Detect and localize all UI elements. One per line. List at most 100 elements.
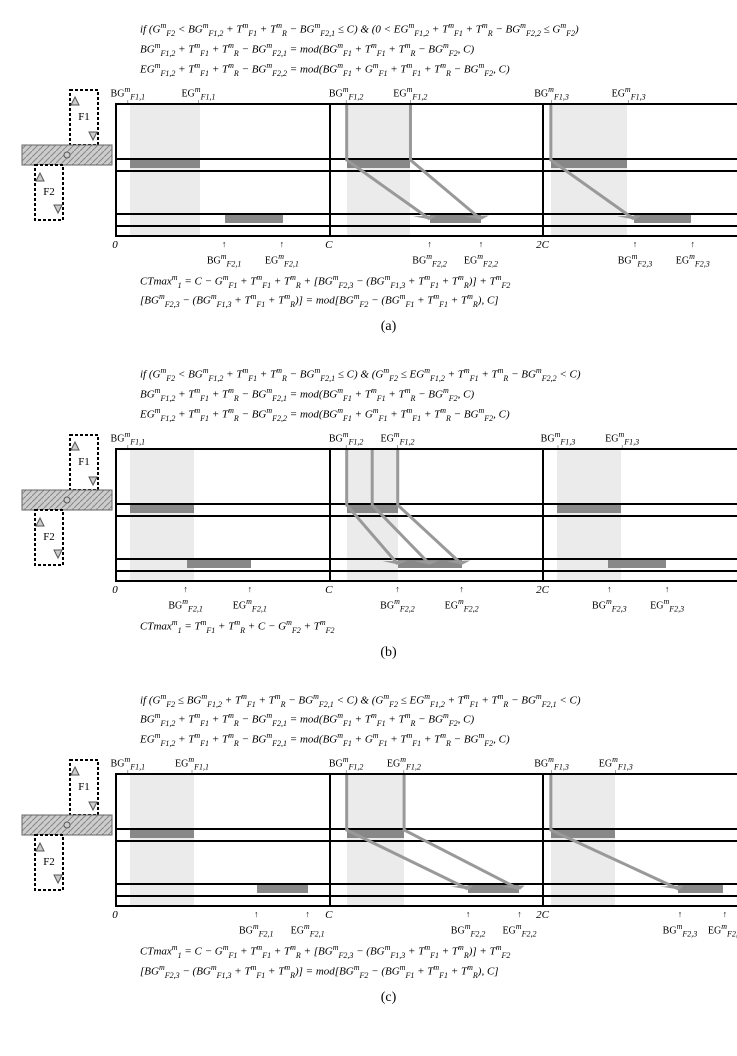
up-arrow-icon: ↑ bbox=[305, 909, 310, 919]
up-arrow-icon: ↑ bbox=[678, 909, 683, 919]
marker-label: EGmF2,3 bbox=[650, 597, 684, 613]
f2-green-seg bbox=[225, 215, 282, 223]
lane-f1-bot bbox=[117, 515, 737, 517]
marker-label: BGmF2,2 bbox=[380, 597, 415, 613]
intersection-diagram: F1 F2 bbox=[20, 430, 115, 570]
equation-line: if (GmF2 < BGmF1,2 + TmF1 + TmR − BGmF2,… bbox=[140, 20, 737, 40]
equation-line: [BGmF2,3 − (BGmF1,3 + TmF1 + TmR)] = mod… bbox=[140, 291, 737, 311]
marker-label: BGmF2,2 bbox=[451, 922, 486, 938]
marker-label: EGmF2,3 bbox=[708, 922, 737, 938]
lane-f2 bbox=[117, 215, 737, 223]
svg-text:F1: F1 bbox=[78, 111, 90, 123]
bottom-markers: 0↑BGmF2,1↑EGmF2,1C↑BGmF2,2↑EGmF2,22C↑BGm… bbox=[115, 237, 737, 272]
up-arrow-icon: ↑ bbox=[665, 584, 670, 594]
top-markers: BGmF1,1↓BGmF1,2↓EGmF1,2↓BGmF1,3↓EGmF1,3↓ bbox=[115, 430, 737, 448]
f1-green-seg bbox=[347, 505, 398, 513]
up-arrow-icon: ↑ bbox=[466, 909, 471, 919]
bottom-equations: CTmaxm1 = TmF1 + TmR + C − GmF2 + TmF2 bbox=[140, 617, 737, 637]
axis-label: C bbox=[325, 239, 332, 251]
axis-label: 2C bbox=[536, 239, 549, 251]
f2-green-seg bbox=[398, 560, 462, 568]
up-arrow-icon: ↑ bbox=[395, 584, 400, 594]
panel-label: (c) bbox=[20, 990, 737, 1006]
timeline: F1F2 bbox=[115, 103, 737, 237]
f1-green-seg bbox=[130, 160, 200, 168]
intersection-schematic: F1 F2 bbox=[20, 430, 115, 573]
lane-f2-bot bbox=[117, 570, 737, 572]
svg-text:F1: F1 bbox=[78, 456, 90, 468]
marker-label: BGmF2,1 bbox=[239, 922, 274, 938]
f2-green-seg bbox=[608, 560, 665, 568]
equation-line: EGmF1,2 + TmF1 + TmR − BGmF2,1 = mod(BGm… bbox=[140, 730, 737, 750]
marker-label: EGmF2,2 bbox=[464, 252, 498, 268]
timeline: F1F2 bbox=[115, 773, 737, 907]
panel-label: (a) bbox=[20, 319, 737, 335]
up-arrow-icon: ↑ bbox=[183, 584, 188, 594]
axis-label: C bbox=[325, 584, 332, 596]
equation-line: BGmF1,2 + TmF1 + TmR − BGmF2,1 = mod(BGm… bbox=[140, 710, 737, 730]
up-arrow-icon: ↑ bbox=[459, 584, 464, 594]
timeline: F1F2 bbox=[115, 448, 737, 582]
equation-line: if (GmF2 ≤ BGmF1,2 + TmF1 + TmR − BGmF2,… bbox=[140, 691, 737, 711]
marker-label: BGmF2,1 bbox=[207, 252, 242, 268]
up-arrow-icon: ↑ bbox=[607, 584, 612, 594]
equation-line: EGmF1,2 + TmF1 + TmR − BGmF2,2 = mod(BGm… bbox=[140, 60, 737, 80]
lane-f2 bbox=[117, 885, 737, 893]
axis-label: 0 bbox=[112, 584, 118, 596]
axis-label: C bbox=[325, 909, 332, 921]
f2-green-seg bbox=[678, 885, 723, 893]
bottom-equations: CTmaxm1 = C − GmF1 + TmF1 + TmR + [BGmF2… bbox=[140, 272, 737, 312]
f2-green-seg bbox=[257, 885, 308, 893]
f2-green-seg bbox=[187, 560, 251, 568]
panel-b: if (GmF2 < BGmF1,2 + TmF1 + TmR − BGmF2,… bbox=[20, 365, 737, 660]
marker-label: BGmF2,3 bbox=[618, 252, 653, 268]
intersection-diagram: F1 F2 bbox=[20, 755, 115, 895]
marker-label: BGmF2,3 bbox=[663, 922, 698, 938]
lane-f1 bbox=[117, 830, 737, 838]
f2-green-seg bbox=[634, 215, 691, 223]
svg-text:F2: F2 bbox=[43, 186, 55, 198]
up-arrow-icon: ↑ bbox=[248, 584, 253, 594]
axis-label: 2C bbox=[536, 584, 549, 596]
lane-f2 bbox=[117, 560, 737, 568]
up-arrow-icon: ↑ bbox=[691, 239, 696, 249]
f1-green-seg bbox=[557, 505, 621, 513]
f1-green-seg bbox=[551, 830, 615, 838]
marker-label: EGmF2,2 bbox=[445, 597, 479, 613]
up-arrow-icon: ↑ bbox=[633, 239, 638, 249]
up-arrow-icon: ↑ bbox=[479, 239, 484, 249]
lane-f1 bbox=[117, 160, 737, 168]
f1-green-seg bbox=[551, 160, 628, 168]
f1-green-seg bbox=[347, 160, 411, 168]
axis-label: 0 bbox=[112, 909, 118, 921]
up-arrow-icon: ↑ bbox=[280, 239, 285, 249]
up-arrow-icon: ↑ bbox=[723, 909, 728, 919]
up-arrow-icon: ↑ bbox=[517, 909, 522, 919]
panel-label: (b) bbox=[20, 645, 737, 661]
top-markers: BGmF1,1↓EGmF1,1↓BGmF1,2↓EGmF1,2↓BGmF1,3↓… bbox=[115, 85, 737, 103]
equation-line: EGmF1,2 + TmF1 + TmR − BGmF2,2 = mod(BGm… bbox=[140, 405, 737, 425]
equation-line: if (GmF2 < BGmF1,2 + TmF1 + TmR − BGmF2,… bbox=[140, 365, 737, 385]
equation-line: CTmaxm1 = TmF1 + TmR + C − GmF2 + TmF2 bbox=[140, 617, 737, 637]
top-equations: if (GmF2 ≤ BGmF1,2 + TmF1 + TmR − BGmF2,… bbox=[140, 691, 737, 751]
marker-label: BGmF2,2 bbox=[412, 252, 447, 268]
marker-label: BGmF2,3 bbox=[592, 597, 627, 613]
equation-line: [BGmF2,3 − (BGmF1,3 + TmF1 + TmR)] = mod… bbox=[140, 962, 737, 982]
svg-text:F2: F2 bbox=[43, 531, 55, 543]
f1-green-seg bbox=[347, 830, 404, 838]
equation-line: CTmaxm1 = C − GmF1 + TmF1 + TmR + [BGmF2… bbox=[140, 272, 737, 292]
up-arrow-icon: ↑ bbox=[427, 239, 432, 249]
panel-a: if (GmF2 < BGmF1,2 + TmF1 + TmR − BGmF2,… bbox=[20, 20, 737, 335]
intersection-diagram: F1 F2 bbox=[20, 85, 115, 225]
up-arrow-icon: ↑ bbox=[254, 909, 259, 919]
panel-c: if (GmF2 ≤ BGmF1,2 + TmF1 + TmR − BGmF2,… bbox=[20, 691, 737, 1006]
lane-f1-bot bbox=[117, 170, 737, 172]
intersection-schematic: F1 F2 bbox=[20, 85, 115, 228]
f2-green-seg bbox=[468, 885, 519, 893]
marker-label: EGmF2,3 bbox=[676, 252, 710, 268]
f1-green-seg bbox=[130, 830, 194, 838]
marker-label: EGmF2,2 bbox=[502, 922, 536, 938]
top-equations: if (GmF2 < BGmF1,2 + TmF1 + TmR − BGmF2,… bbox=[140, 20, 737, 80]
intersection-schematic: F1 F2 bbox=[20, 755, 115, 898]
marker-label: BGmF2,1 bbox=[168, 597, 203, 613]
